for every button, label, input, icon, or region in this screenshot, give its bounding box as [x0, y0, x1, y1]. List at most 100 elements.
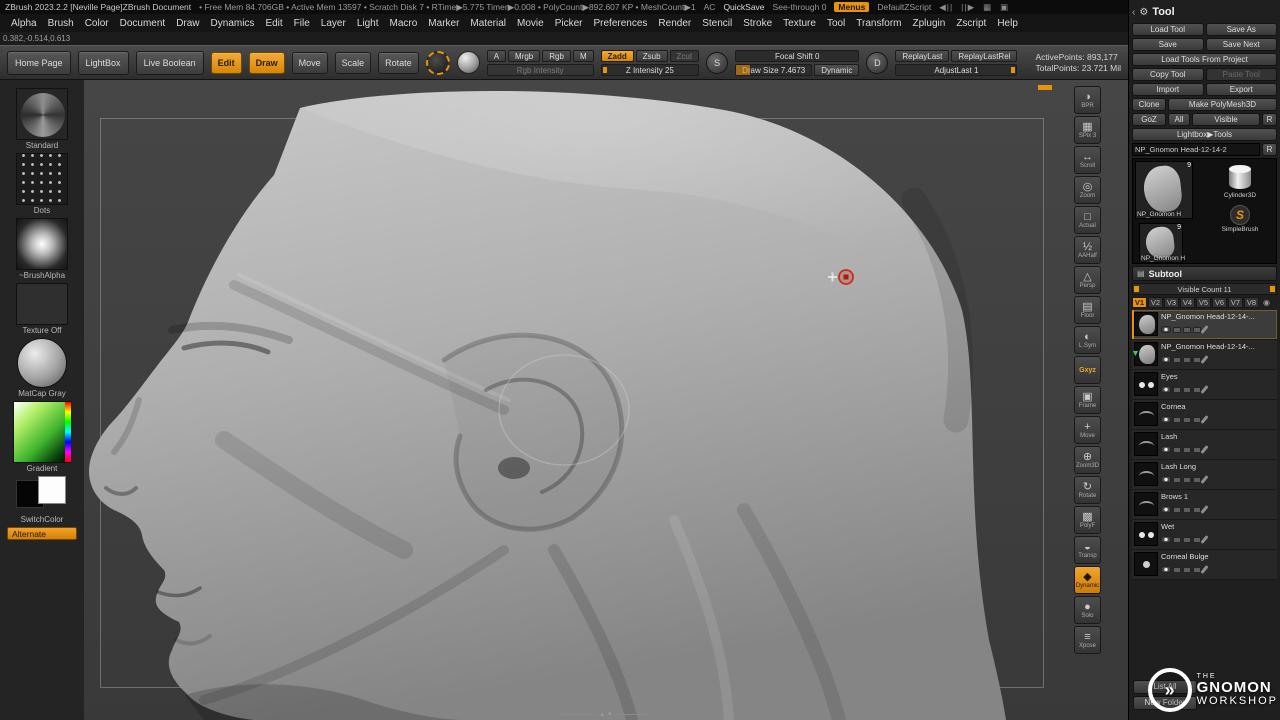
- menu-texture[interactable]: Texture: [783, 18, 816, 29]
- copy-tool-button[interactable]: Copy Tool: [1132, 68, 1204, 81]
- lightbox-button[interactable]: LightBox: [78, 51, 129, 75]
- uv-icon[interactable]: [1183, 567, 1191, 573]
- menu-material[interactable]: Material: [470, 18, 506, 29]
- brush-selector[interactable]: Standard: [16, 88, 68, 150]
- stroke-selector[interactable]: Dots: [16, 153, 68, 215]
- menu-stroke[interactable]: Stroke: [743, 18, 772, 29]
- replay-last-button[interactable]: ReplayLast: [895, 50, 949, 62]
- save-as-button[interactable]: Save As: [1206, 23, 1278, 36]
- uv-icon[interactable]: [1183, 537, 1191, 543]
- eye-icon[interactable]: [1161, 356, 1171, 363]
- load-tools-from-project-button[interactable]: Load Tools From Project: [1132, 53, 1277, 66]
- strip-spix[interactable]: ▦SPix 3: [1074, 116, 1101, 144]
- menu-marker[interactable]: Marker: [428, 18, 459, 29]
- draw-size-slider[interactable]: Draw Size 7.4673: [735, 64, 812, 76]
- edit-pen-icon[interactable]: [1200, 355, 1208, 364]
- recent-tool-thumb[interactable]: 9 NP_Gnomon H: [1139, 223, 1183, 263]
- edit-pen-icon[interactable]: [1200, 505, 1208, 514]
- zcut-button[interactable]: Zcut: [670, 50, 700, 62]
- material-selector[interactable]: MatCap Gray: [17, 338, 67, 398]
- polypaint-icon[interactable]: [1173, 327, 1181, 333]
- menu-alpha[interactable]: Alpha: [11, 18, 37, 29]
- current-brush-icon[interactable]: [426, 51, 450, 75]
- eye-icon[interactable]: [1161, 326, 1171, 333]
- home-page-button[interactable]: Home Page: [7, 51, 71, 75]
- subtool-row[interactable]: NP_Gnomon Head-12-14-...: [1132, 310, 1277, 340]
- edit-mode-button[interactable]: Edit: [211, 52, 242, 74]
- goz-r-button[interactable]: R: [1262, 113, 1277, 126]
- menu-movie[interactable]: Movie: [517, 18, 544, 29]
- strip-polyf[interactable]: ▩PolyF: [1074, 506, 1101, 534]
- eye-icon[interactable]: [1161, 566, 1171, 573]
- polypaint-icon[interactable]: [1173, 507, 1181, 513]
- scroll-down-icon[interactable]: ▾: [608, 710, 612, 718]
- eye-icon[interactable]: [1161, 476, 1171, 483]
- strip-rotate[interactable]: ↻Rotate: [1074, 476, 1101, 504]
- canvas-scroll-control[interactable]: ▴ ▾: [562, 710, 649, 718]
- polypaint-icon[interactable]: [1173, 537, 1181, 543]
- texture-selector[interactable]: Texture Off: [16, 283, 68, 335]
- subtool-row[interactable]: Wet: [1132, 520, 1277, 550]
- subtool-row[interactable]: Corneal Bulge: [1132, 550, 1277, 580]
- menu-brush[interactable]: Brush: [48, 18, 74, 29]
- rgb-button[interactable]: Rgb: [542, 50, 571, 62]
- strip-frame[interactable]: ▣Frame: [1074, 386, 1101, 414]
- tab-v4[interactable]: V4: [1180, 297, 1195, 308]
- scroll-up-icon[interactable]: ▴: [600, 710, 604, 718]
- tab-v5[interactable]: V5: [1196, 297, 1211, 308]
- tab-v7[interactable]: V7: [1228, 297, 1243, 308]
- menu-preferences[interactable]: Preferences: [593, 18, 647, 29]
- strip-actual[interactable]: □Actual: [1074, 206, 1101, 234]
- collapse-panel-icon[interactable]: ‹: [1132, 7, 1135, 18]
- uv-icon[interactable]: [1183, 447, 1191, 453]
- alternate-button[interactable]: Alternate: [7, 527, 77, 540]
- menu-color[interactable]: Color: [85, 18, 109, 29]
- alpha-selector[interactable]: ~BrushAlpha: [16, 218, 68, 280]
- dynamic-draw-size-toggle[interactable]: Dynamic: [814, 64, 859, 76]
- simplebrush-tool[interactable]: S: [1230, 205, 1250, 225]
- color-picker[interactable]: Gradient: [13, 401, 71, 473]
- polypaint-icon[interactable]: [1173, 357, 1181, 363]
- tool-r-button[interactable]: R: [1262, 143, 1277, 156]
- menu-edit[interactable]: Edit: [265, 18, 282, 29]
- strip-xpose[interactable]: ≡Xpose: [1074, 626, 1101, 654]
- z-intensity-slider[interactable]: Z Intensity 25: [601, 64, 699, 76]
- clone-button[interactable]: Clone: [1132, 98, 1166, 111]
- stroke-curve-icon[interactable]: S: [706, 52, 728, 74]
- rgb-intensity-slider[interactable]: Rgb Intensity: [487, 64, 594, 76]
- export-button[interactable]: Export: [1206, 83, 1278, 96]
- subtool-row[interactable]: Lash Long: [1132, 460, 1277, 490]
- menu-zplugin[interactable]: Zplugin: [913, 18, 946, 29]
- menu-stencil[interactable]: Stencil: [702, 18, 732, 29]
- subtool-row[interactable]: Lash: [1132, 430, 1277, 460]
- mrgb-button[interactable]: Mrgb: [508, 50, 540, 62]
- move-mode-button[interactable]: Move: [292, 52, 328, 74]
- quicksave-button[interactable]: QuickSave: [723, 2, 764, 12]
- menu-tool[interactable]: Tool: [827, 18, 845, 29]
- tab-v6[interactable]: V6: [1212, 297, 1227, 308]
- edit-pen-icon[interactable]: [1200, 445, 1208, 454]
- edit-pen-icon[interactable]: [1200, 475, 1208, 484]
- replay-last-rel-button[interactable]: ReplayLastRel: [951, 50, 1017, 62]
- eye-icon[interactable]: [1161, 386, 1171, 393]
- tab-v8[interactable]: V8: [1244, 297, 1259, 308]
- edit-pen-icon[interactable]: [1200, 415, 1208, 424]
- strip-gxyz[interactable]: Gxyz: [1074, 356, 1101, 384]
- strip-zoom[interactable]: ◎Zoom: [1074, 176, 1101, 204]
- subtool-row[interactable]: Eyes: [1132, 370, 1277, 400]
- eye-icon[interactable]: [1161, 416, 1171, 423]
- paste-tool-button[interactable]: Paste Tool: [1206, 68, 1278, 81]
- current-material-icon[interactable]: [457, 51, 480, 74]
- menu-help[interactable]: Help: [997, 18, 1018, 29]
- uv-icon[interactable]: [1183, 387, 1191, 393]
- strip-aahalf[interactable]: ½AAHalf: [1074, 236, 1101, 264]
- tab-v3[interactable]: V3: [1164, 297, 1179, 308]
- goz-visible-button[interactable]: Visible: [1192, 113, 1260, 126]
- menu-zscript[interactable]: Zscript: [956, 18, 986, 29]
- menu-macro[interactable]: Macro: [390, 18, 418, 29]
- visibility-eye-icon[interactable]: ◉: [1263, 298, 1270, 307]
- focal-shift-slider[interactable]: Focal Shift 0: [735, 50, 859, 62]
- menu-transform[interactable]: Transform: [856, 18, 901, 29]
- secondary-color-swatch[interactable]: [38, 476, 66, 504]
- strip-transp[interactable]: ◒Transp: [1074, 536, 1101, 564]
